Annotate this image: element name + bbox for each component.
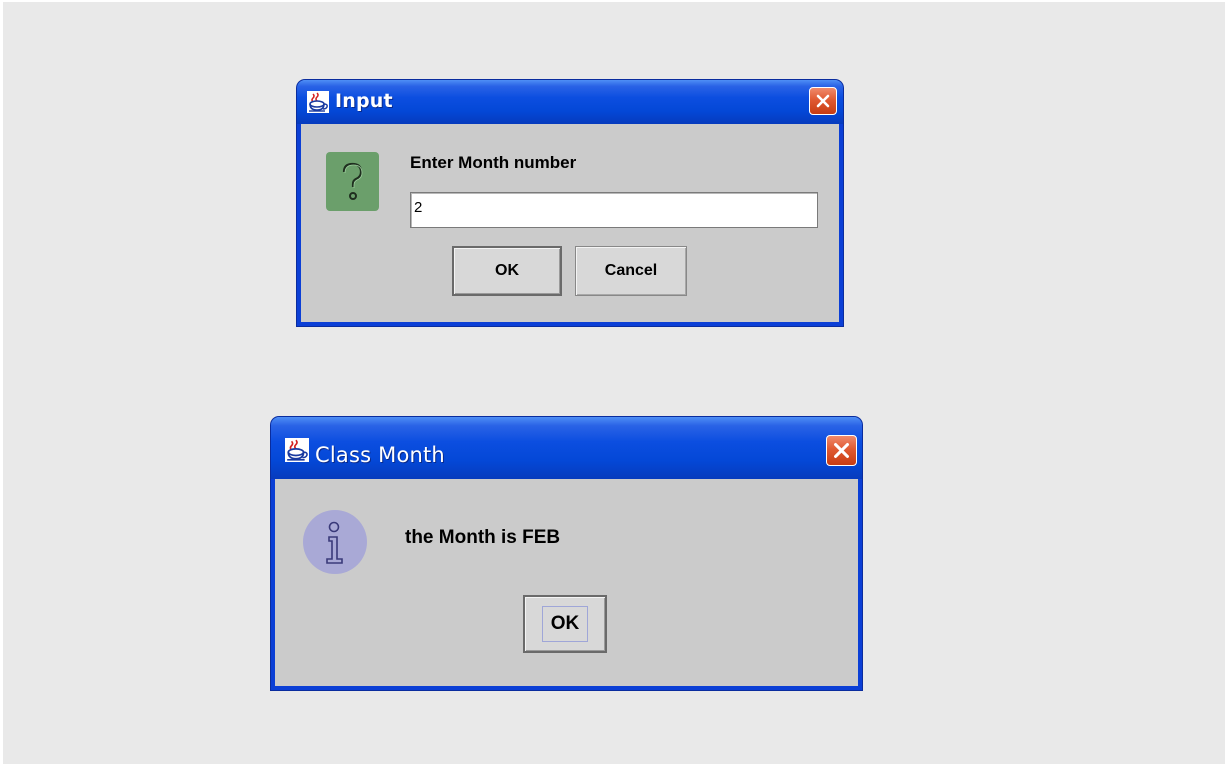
- input-dialog: Input Enter Month number 2 OK Cancel: [297, 80, 843, 326]
- message-dialog-close-button[interactable]: [826, 435, 857, 466]
- message-dialog-titlebar[interactable]: Class Month: [271, 417, 862, 479]
- input-dialog-title: Input: [335, 90, 393, 112]
- input-prompt-label: Enter Month number: [410, 153, 577, 172]
- message-dialog: Class Month the Month is FEB OK: [271, 417, 862, 690]
- message-dialog-title: Class Month: [315, 443, 445, 467]
- month-number-input[interactable]: 2: [410, 192, 818, 228]
- close-icon: [834, 443, 849, 458]
- input-dialog-close-button[interactable]: [809, 87, 837, 115]
- input-dialog-titlebar[interactable]: Input: [297, 80, 843, 124]
- input-dialog-content: Enter Month number 2 OK Cancel: [301, 124, 839, 322]
- close-icon: [816, 94, 830, 108]
- ok-button[interactable]: OK: [452, 246, 562, 296]
- information-icon: [303, 510, 367, 574]
- java-coffee-cup-icon: [307, 91, 329, 113]
- java-coffee-cup-icon: [285, 438, 309, 462]
- ok-button-focus-ring: [542, 606, 588, 642]
- question-icon: [326, 152, 379, 211]
- cancel-button[interactable]: Cancel: [575, 246, 687, 296]
- message-text: the Month is FEB: [405, 527, 561, 548]
- message-dialog-content: the Month is FEB OK: [275, 479, 858, 686]
